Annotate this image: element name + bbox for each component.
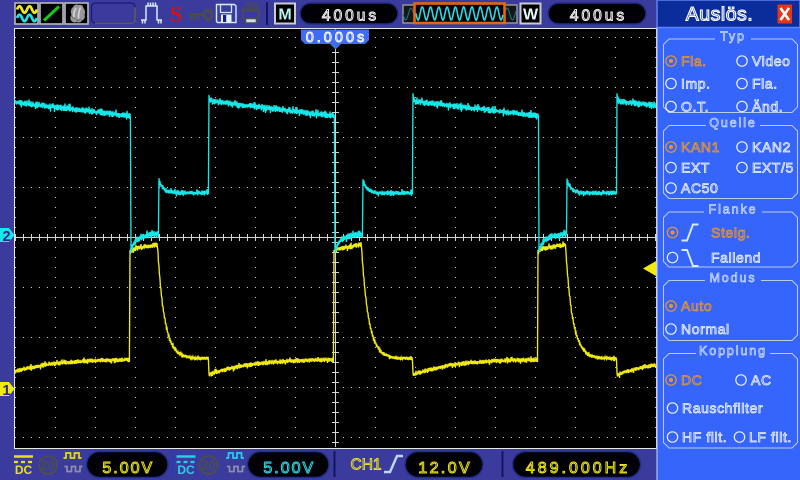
svg-text:489.000Hz: 489.000Hz bbox=[526, 460, 630, 477]
svg-text:HF filt.: HF filt. bbox=[682, 429, 727, 445]
svg-text:Rauschfilter: Rauschfilter bbox=[682, 400, 763, 416]
svg-text:W: W bbox=[523, 7, 539, 24]
svg-text:Fla.: Fla. bbox=[681, 53, 707, 69]
svg-text:AC: AC bbox=[751, 372, 772, 388]
svg-text:Fallend: Fallend bbox=[711, 250, 761, 266]
svg-text:Typ: Typ bbox=[720, 30, 746, 44]
svg-text:M: M bbox=[278, 7, 291, 24]
svg-text:Auslös.: Auslös. bbox=[686, 4, 753, 26]
svg-text:20: 20 bbox=[41, 459, 55, 473]
svg-text:EXT/5: EXT/5 bbox=[752, 160, 794, 176]
svg-text:1: 1 bbox=[2, 383, 10, 399]
svg-text:5.00V: 5.00V bbox=[102, 460, 154, 477]
svg-text:Modus: Modus bbox=[709, 271, 756, 285]
svg-text:Kopplung: Kopplung bbox=[699, 344, 767, 358]
svg-text:Imp.: Imp. bbox=[681, 76, 711, 92]
svg-text:Normal: Normal bbox=[681, 321, 730, 337]
svg-text:Flanke: Flanke bbox=[709, 203, 758, 217]
svg-text:0.000s: 0.000s bbox=[306, 30, 368, 46]
svg-text:20: 20 bbox=[202, 459, 216, 473]
svg-text:12.0V: 12.0V bbox=[418, 460, 472, 477]
svg-text:KAN1: KAN1 bbox=[681, 139, 720, 155]
svg-text:Video: Video bbox=[752, 53, 791, 69]
svg-text:O.T.: O.T. bbox=[681, 99, 709, 115]
svg-text:DC: DC bbox=[177, 463, 195, 477]
svg-text:Quelle: Quelle bbox=[709, 116, 757, 130]
svg-text:2: 2 bbox=[2, 229, 10, 245]
svg-text:Änd.: Änd. bbox=[752, 99, 783, 115]
svg-text:CH1: CH1 bbox=[351, 457, 382, 474]
svg-text:Steig.: Steig. bbox=[711, 225, 750, 241]
svg-text:DC: DC bbox=[681, 372, 702, 388]
svg-text:KAN2: KAN2 bbox=[752, 139, 791, 155]
svg-text:LF filt.: LF filt. bbox=[749, 429, 792, 445]
svg-text:EXT: EXT bbox=[681, 160, 710, 176]
svg-text:400us: 400us bbox=[570, 8, 627, 25]
svg-text:Fla.: Fla. bbox=[752, 76, 778, 92]
svg-text:AC50: AC50 bbox=[681, 180, 718, 196]
svg-text:DC: DC bbox=[15, 463, 33, 477]
svg-text:400us: 400us bbox=[322, 8, 379, 25]
svg-text:Auto: Auto bbox=[681, 298, 712, 314]
svg-text:S: S bbox=[170, 2, 182, 27]
svg-text:5.00V: 5.00V bbox=[263, 460, 315, 477]
